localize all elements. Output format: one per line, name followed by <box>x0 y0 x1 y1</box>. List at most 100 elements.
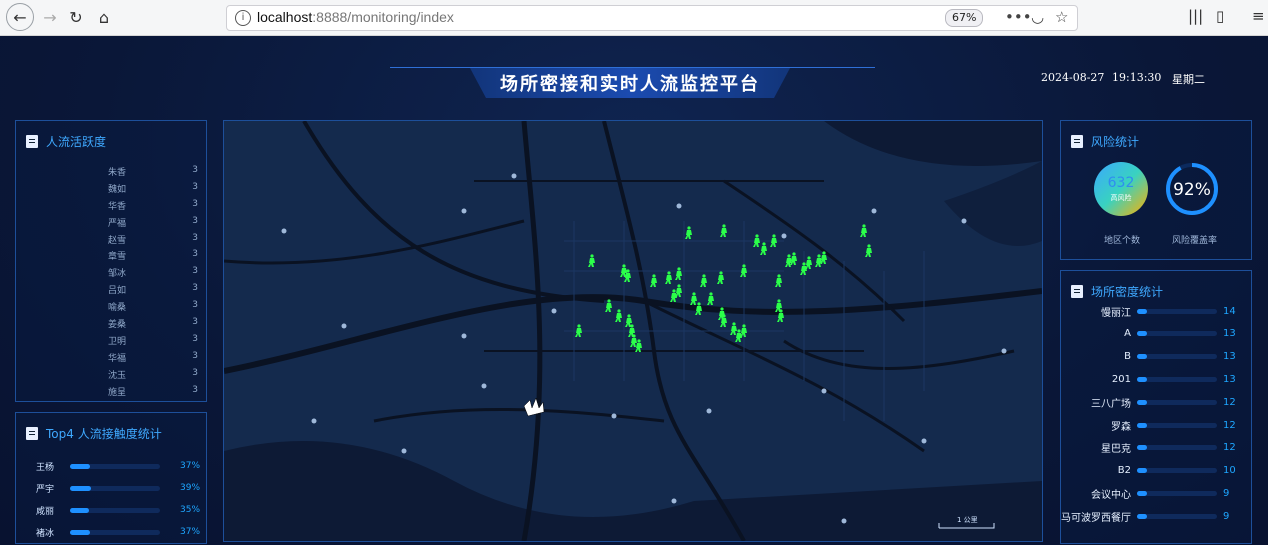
density-value: 13 <box>1223 351 1236 363</box>
person-name: 喻桑 <box>107 303 126 314</box>
venue-name: 201 <box>1111 373 1131 385</box>
density-bar <box>1137 490 1147 496</box>
list-item: 魏如 3 <box>16 182 206 199</box>
area-count-label: 地区个数 <box>1104 236 1141 246</box>
activity-value: 3 <box>192 350 198 361</box>
activity-value: 3 <box>192 333 198 344</box>
list-item: 施呈 3 <box>16 385 206 402</box>
url-text: localhost:8888/monitoring/index <box>257 9 454 25</box>
activity-value: 3 <box>192 165 198 175</box>
list-item: 褚冰 37% <box>36 525 206 539</box>
density-bar-track <box>1137 490 1217 496</box>
density-value: 9 <box>1223 510 1230 522</box>
activity-list[interactable]: 朱香 3 魏如 3 华香 3 严福 3 赵雪 3 章雪 3 邹冰 3 吕如 3 喻桑 3 姜桑 3 卫明 3 华福 3 沈玉 3 施… <box>16 165 206 401</box>
density-bar <box>1137 331 1147 337</box>
library-icon[interactable]: ||| <box>1188 7 1203 25</box>
person-name: 魏如 <box>107 184 126 195</box>
map-canvas[interactable]: 1 公里 <box>224 121 1042 541</box>
density-bar-track <box>1137 513 1217 519</box>
list-item: 赵雪 3 <box>16 233 206 250</box>
density-value: 12 <box>1223 419 1236 431</box>
top4-panel-title: Top4 人流接触度统计 <box>46 427 162 441</box>
density-bar-track <box>1137 445 1217 451</box>
coverage-label: 风险覆盖率 <box>1172 236 1218 246</box>
title-divider <box>390 67 875 68</box>
person-name: 华福 <box>107 353 126 364</box>
activity-value: 3 <box>192 215 198 226</box>
home-icon[interactable]: ⌂ <box>92 5 116 29</box>
list-item: A 13 <box>1061 326 1249 342</box>
list-item: 三八广场 12 <box>1061 394 1249 410</box>
list-item: 喻桑 3 <box>16 300 206 317</box>
forward-arrow-icon[interactable]: → <box>38 5 62 29</box>
density-panel: 场所密度统计 慢丽江 14 A 13 B 13 201 13 三八广场 12 罗森 12 星巴克 12 B2… <box>1060 270 1252 544</box>
list-item: 罗森 12 <box>1061 417 1249 433</box>
list-item: 卫明 3 <box>16 334 206 351</box>
person-name: 章雪 <box>107 252 126 263</box>
list-item: 星巴克 12 <box>1061 440 1249 456</box>
density-bar-track <box>1137 422 1217 428</box>
list-item: 邹冰 3 <box>16 266 206 283</box>
density-value: 12 <box>1223 396 1236 408</box>
list-item: 慢丽江 14 <box>1061 303 1249 319</box>
density-bar-track <box>1137 399 1217 405</box>
info-icon[interactable]: i <box>235 10 251 26</box>
contact-bar-track <box>70 463 160 469</box>
city-map[interactable]: 1 公里 <box>223 120 1043 542</box>
document-icon <box>26 427 38 440</box>
menu-icon[interactable]: ≡ <box>1252 7 1265 25</box>
density-bar <box>1137 513 1147 519</box>
density-bar <box>1137 399 1147 405</box>
risk-charts: 632 高风险 92% <box>1094 162 1218 216</box>
contact-percent: 37% <box>180 461 201 471</box>
person-name: 褚冰 <box>36 528 55 539</box>
contact-bar <box>70 529 90 535</box>
density-bar-track <box>1137 331 1217 337</box>
list-item: 章雪 3 <box>16 249 206 266</box>
list-item: 沈玉 3 <box>16 368 206 385</box>
url-host: localhost <box>257 9 313 25</box>
venue-name: 三八广场 <box>1091 398 1131 410</box>
density-panel-title: 场所密度统计 <box>1091 285 1164 299</box>
bookmark-star-icon[interactable]: ☆ <box>1055 8 1068 26</box>
activity-value: 3 <box>192 232 198 243</box>
area-count-sub: 高风险 <box>1111 193 1132 202</box>
list-item: 王杨 37% <box>36 459 206 473</box>
density-bar-track <box>1137 308 1217 314</box>
top4-panel-header: Top4 人流接触度统计 <box>26 425 162 442</box>
dashboard: 场所密接和实时人流监控平台 2024-08-27 19:13:30 星期二 人流… <box>0 36 1268 545</box>
back-arrow-icon[interactable]: ← <box>6 3 34 31</box>
sidebar-icon[interactable]: ▯ <box>1216 7 1224 25</box>
reload-icon[interactable]: ↻ <box>64 5 88 29</box>
activity-panel: 人流活跃度 朱香 3 魏如 3 华香 3 严福 3 赵雪 3 章雪 3 邹冰 3 吕如 3 喻桑 3 姜桑 3 卫明 3 华… <box>15 120 207 402</box>
person-name: 施呈 <box>107 387 126 398</box>
list-item: 咸丽 35% <box>36 503 206 517</box>
scale-label: 1 公里 <box>957 516 978 524</box>
contact-bar-track <box>70 529 160 535</box>
venue-name: 罗森 <box>1111 421 1131 433</box>
address-bar[interactable]: i localhost:8888/monitoring/index 67% ••… <box>226 5 1078 31</box>
density-bar <box>1137 376 1147 382</box>
zoom-badge[interactable]: 67% <box>945 9 984 27</box>
venue-name: 慢丽江 <box>1101 307 1131 319</box>
density-bar-track <box>1137 468 1217 474</box>
person-name: 吕如 <box>107 286 126 297</box>
pocket-icon[interactable]: ◡ <box>1031 8 1044 26</box>
title-banner: 场所密接和实时人流监控平台 <box>470 68 790 98</box>
list-item: 姜桑 3 <box>16 317 206 334</box>
density-bar <box>1137 468 1147 474</box>
density-bar <box>1137 422 1147 428</box>
more-actions-icon[interactable]: ••• <box>1005 8 1032 26</box>
url-path: :8888/monitoring/index <box>312 9 454 25</box>
person-name: 严宇 <box>36 484 55 495</box>
person-name: 赵雪 <box>107 235 126 246</box>
top4-panel: Top4 人流接触度统计 王杨 37% 严宇 39% 咸丽 35% 褚冰 37% <box>15 412 207 544</box>
activity-panel-title: 人流活跃度 <box>46 135 107 149</box>
list-item: B 13 <box>1061 349 1249 365</box>
contact-percent: 35% <box>180 505 201 515</box>
list-item: B2 10 <box>1061 463 1249 479</box>
person-name: 朱香 <box>107 168 126 178</box>
risk-panel: 风险统计 632 高风险 92% 地区个数 风险覆盖率 <box>1060 120 1252 260</box>
time-text: 19:13:30 <box>1112 71 1162 84</box>
venue-name: B <box>1124 351 1131 363</box>
